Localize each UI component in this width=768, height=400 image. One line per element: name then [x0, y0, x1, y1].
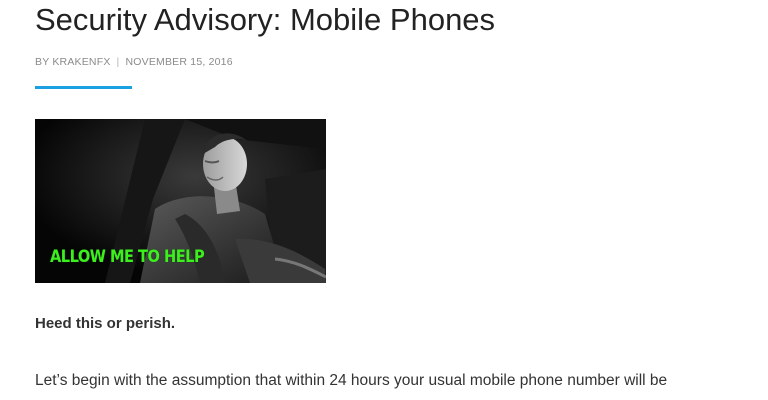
lead-paragraph: Heed this or perish. — [35, 315, 176, 332]
featured-image: ALLOW ME TO HELP — [35, 119, 326, 283]
post-author-link[interactable]: BY KRAKENFX — [35, 56, 111, 68]
post-meta: BY KRAKENFX | NOVEMBER 15, 2016 — [35, 56, 233, 68]
meta-separator: | — [116, 56, 120, 68]
post-date[interactable]: NOVEMBER 15, 2016 — [125, 56, 232, 68]
page-title: Security Advisory: Mobile Phones — [35, 2, 496, 37]
title-accent-divider — [35, 86, 132, 89]
image-caption: ALLOW ME TO HELP — [50, 247, 205, 267]
body-paragraph: Let’s begin with the assumption that wit… — [35, 372, 668, 389]
